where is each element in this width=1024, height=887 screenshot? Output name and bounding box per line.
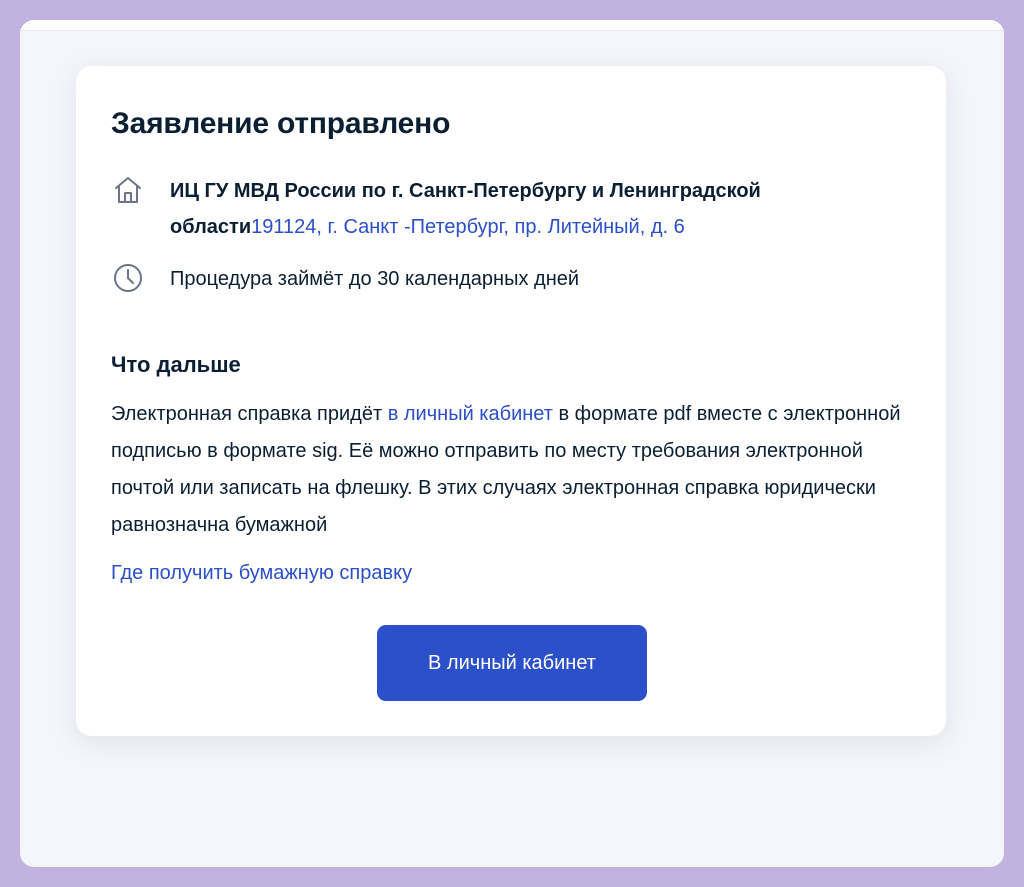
organization-row: ИЦ ГУ МВД России по г. Санкт-Петербургу … [111, 173, 870, 245]
page-title: Заявление отправлено [111, 107, 451, 140]
duration-row: Процедура займёт до 30 календарных дней [111, 261, 579, 297]
duration-text: Процедура займёт до 30 календарных дней [170, 268, 580, 290]
personal-account-link[interactable]: в личный кабинет [388, 403, 553, 425]
description-text-start: Электронная справка придёт [111, 403, 388, 425]
organization-address: 191124, г. Санкт -Петербург, пр. Литейны… [251, 216, 685, 238]
app-frame: Заявление отправлено ИЦ ГУ МВД России по… [20, 20, 1004, 867]
building-icon [111, 173, 145, 207]
status-card: Заявление отправлено ИЦ ГУ МВД России по… [76, 66, 946, 736]
next-steps-heading: Что дальше [111, 352, 241, 377]
next-steps-description: Электронная справка придёт в личный каби… [111, 396, 911, 544]
top-strip [20, 20, 1004, 31]
organization-text: ИЦ ГУ МВД России по г. Санкт-Петербургу … [170, 173, 870, 245]
clock-icon [111, 261, 145, 295]
personal-account-button[interactable]: В личный кабинет [377, 625, 647, 701]
paper-certificate-link[interactable]: Где получить бумажную справку [111, 555, 412, 591]
